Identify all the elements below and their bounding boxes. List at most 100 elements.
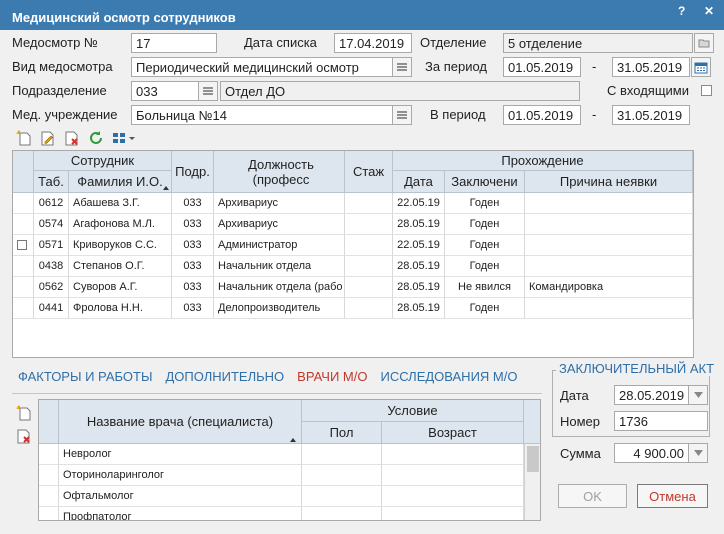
list-icon xyxy=(397,63,407,71)
sum-dropdown[interactable] xyxy=(688,443,708,463)
cell-name: Абашева З.Г. xyxy=(69,193,172,214)
name-header[interactable]: Фамилия И.О. xyxy=(69,171,172,193)
tab-factors[interactable]: ФАКТОРЫ И РАБОТЫ xyxy=(18,369,152,384)
row-selector[interactable] xyxy=(13,298,34,319)
cell-conclusion: Годен xyxy=(445,235,525,256)
doctor-name: Невролог xyxy=(59,444,302,465)
employees-toolbar xyxy=(14,128,140,148)
age-header[interactable]: Возраст xyxy=(382,422,524,444)
refresh-button[interactable] xyxy=(86,128,106,148)
row-selector[interactable] xyxy=(39,465,59,486)
delete-doctor-button[interactable] xyxy=(14,426,34,446)
scrollbar-thumb[interactable] xyxy=(527,446,539,472)
cell-tab: 0441 xyxy=(34,298,69,319)
cell-conclusion: Годен xyxy=(445,214,525,235)
department-field[interactable]: 5 отделение xyxy=(503,33,693,53)
new-record-button[interactable] xyxy=(14,128,34,148)
close-button[interactable]: ✕ xyxy=(704,4,714,18)
calendar-button[interactable] xyxy=(691,57,711,77)
in-period-from-field[interactable]: 01.05.2019 xyxy=(503,105,581,125)
subdivision-name-field: Отдел ДО xyxy=(220,81,580,101)
act-number-field[interactable]: 1736 xyxy=(614,411,708,431)
cell-position: Делопроизводитель xyxy=(214,298,345,319)
cell-tab: 0438 xyxy=(34,256,69,277)
period-to-field[interactable]: 31.05.2019 xyxy=(612,57,690,77)
row-selector[interactable] xyxy=(13,277,34,298)
help-button[interactable]: ? xyxy=(678,4,685,18)
ok-button[interactable]: OK xyxy=(558,484,627,508)
title-bar: Медицинский осмотр сотрудников ? ✕ xyxy=(0,0,724,30)
cell-stazh xyxy=(345,214,393,235)
subdivision-label: Подразделение xyxy=(12,83,107,98)
row-selector[interactable] xyxy=(39,507,59,520)
absence-reason-header[interactable]: Причина неявки xyxy=(525,171,693,193)
cell-tab: 0562 xyxy=(34,277,69,298)
cell-position: Архивариус xyxy=(214,214,345,235)
chevron-down-icon xyxy=(693,450,703,456)
cell-age xyxy=(382,507,524,520)
employee-group-header: Сотрудник xyxy=(34,151,172,171)
cell-reason: Командировка xyxy=(525,277,693,298)
cell-age xyxy=(382,465,524,486)
date-header[interactable]: Дата xyxy=(393,171,445,193)
incoming-checkbox[interactable] xyxy=(701,85,712,96)
columns-menu-button[interactable] xyxy=(110,128,140,148)
folder-icon xyxy=(698,39,710,48)
tab-studies[interactable]: ИССЛЕДОВАНИЯ М/О xyxy=(380,369,517,384)
act-date-dropdown[interactable] xyxy=(688,385,708,405)
row-selector[interactable] xyxy=(13,256,34,277)
doctor-name-header[interactable]: Название врача (специалиста) xyxy=(59,400,302,444)
period-label: За период xyxy=(425,59,487,74)
tab-doctors[interactable]: ВРАЧИ М/О xyxy=(297,369,367,384)
cell-date: 22.05.19 xyxy=(393,193,445,214)
delete-record-button[interactable] xyxy=(62,128,82,148)
edit-document-icon xyxy=(41,131,54,146)
row-selector[interactable] xyxy=(39,444,59,465)
conclusion-header[interactable]: Заключени xyxy=(445,171,525,193)
act-date-field[interactable]: 28.05.2019 xyxy=(614,385,689,405)
sex-header[interactable]: Пол xyxy=(302,422,382,444)
cell-name: Степанов О.Г. xyxy=(69,256,172,277)
in-period-to-field[interactable]: 31.05.2019 xyxy=(612,105,690,125)
tab-number-header[interactable]: Таб. xyxy=(34,171,69,193)
add-doctor-button[interactable] xyxy=(14,403,34,423)
row-selector[interactable] xyxy=(13,235,34,256)
cell-name: Криворуков С.С. xyxy=(69,235,172,256)
doctors-table: Название врача (специалиста) Условие Пол… xyxy=(38,399,541,521)
row-checkbox[interactable] xyxy=(17,240,27,250)
list-icon xyxy=(203,87,213,95)
cell-date: 28.05.19 xyxy=(393,298,445,319)
cell-reason xyxy=(525,214,693,235)
institution-field[interactable]: Больница №14 xyxy=(131,105,393,125)
list-date-field[interactable]: 17.04.2019 xyxy=(334,33,412,53)
row-selector[interactable] xyxy=(39,486,59,507)
subdivision-list-button[interactable] xyxy=(198,81,218,101)
position-header[interactable]: Должность (професс xyxy=(214,151,345,193)
institution-list-button[interactable] xyxy=(392,105,412,125)
detail-tabs: ФАКТОРЫ И РАБОТЫ ДОПОЛНИТЕЛЬНО ВРАЧИ М/О… xyxy=(18,369,517,384)
edit-record-button[interactable] xyxy=(38,128,58,148)
cancel-button[interactable]: Отмена xyxy=(637,484,708,508)
header-filler xyxy=(524,400,540,444)
department-select-button[interactable] xyxy=(694,33,714,53)
subdivision-header[interactable]: Подр. xyxy=(172,151,214,193)
doctors-scrollbar[interactable] xyxy=(524,444,540,520)
cell-stazh xyxy=(345,235,393,256)
row-selector[interactable] xyxy=(13,193,34,214)
exam-type-list-button[interactable] xyxy=(392,57,412,77)
act-date-label: Дата xyxy=(560,388,589,403)
cell-date: 28.05.19 xyxy=(393,214,445,235)
refresh-icon xyxy=(90,131,102,144)
sum-field[interactable]: 4 900.00 xyxy=(614,443,689,463)
doctor-name: Офтальмолог xyxy=(59,486,302,507)
experience-header[interactable]: Стаж xyxy=(345,151,393,193)
exam-type-field[interactable]: Периодический медицинский осмотр xyxy=(131,57,393,77)
chevron-down-icon xyxy=(693,392,703,398)
exam-number-field[interactable]: 17 xyxy=(131,33,217,53)
cell-conclusion: Годен xyxy=(445,193,525,214)
employees-table: Сотрудник Таб. Фамилия И.О. Подр. Должно… xyxy=(12,150,694,358)
tab-additional[interactable]: ДОПОЛНИТЕЛЬНО xyxy=(165,369,284,384)
period-from-field[interactable]: 01.05.2019 xyxy=(503,57,581,77)
row-selector[interactable] xyxy=(13,214,34,235)
cell-position: Начальник отдела (рабо xyxy=(214,277,345,298)
